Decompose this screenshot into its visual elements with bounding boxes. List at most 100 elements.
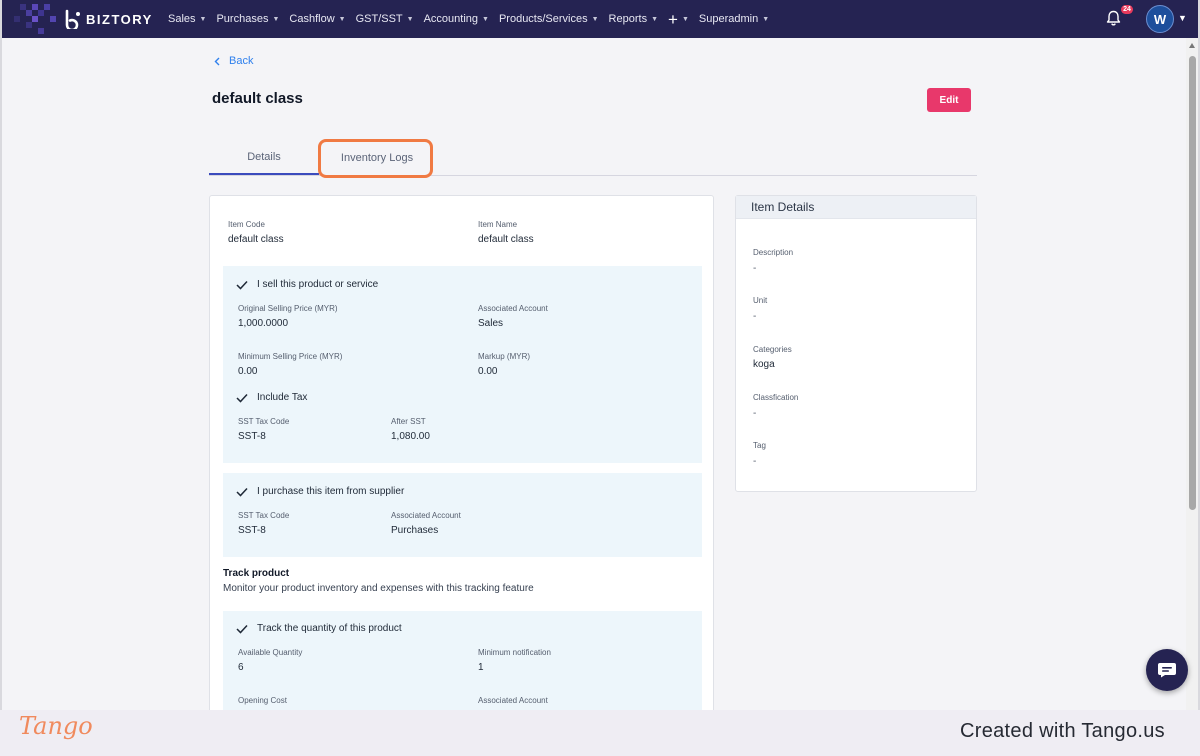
track-account-label: Associated Account <box>478 696 548 705</box>
nav-purchases-label: Purchases <box>216 13 269 25</box>
chat-bubble-icon <box>1158 663 1176 678</box>
purchase-tax-code-value: SST-8 <box>238 525 266 536</box>
unit-value: - <box>753 311 757 322</box>
track-product-description: Monitor your product inventory and expen… <box>223 583 534 594</box>
classification-value: - <box>753 408 757 419</box>
purchase-account-label: Associated Account <box>391 511 461 520</box>
plus-icon: + <box>668 9 678 29</box>
categories-value: koga <box>753 359 775 370</box>
available-quantity-label: Available Quantity <box>238 648 303 657</box>
purchase-checkbox[interactable]: I purchase this item from supplier <box>236 486 404 497</box>
nav-purchases[interactable]: Purchases ▼ <box>216 13 279 25</box>
back-label: Back <box>229 55 254 67</box>
scrollbar-thumb[interactable] <box>1189 56 1196 510</box>
include-tax-checkbox[interactable]: Include Tax <box>236 392 307 403</box>
sell-checkbox[interactable]: I sell this product or service <box>236 279 378 290</box>
min-price-value: 0.00 <box>238 366 258 377</box>
sell-checkbox-label: I sell this product or service <box>257 279 379 290</box>
tag-value: - <box>753 456 757 467</box>
item-details-card: Item Code default class Item Name defaul… <box>209 195 714 710</box>
main-menu: Sales ▼ Purchases ▼ Cashflow ▼ GST/SST ▼ Acc… <box>168 0 779 38</box>
nav-products-services[interactable]: Products/Services ▼ <box>499 13 599 25</box>
include-tax-label: Include Tax <box>257 392 308 403</box>
sell-account-value: Sales <box>478 318 504 329</box>
tango-logo: Tango <box>19 712 93 740</box>
nav-reports[interactable]: Reports ▼ <box>609 13 658 25</box>
item-name-value: default class <box>478 234 534 245</box>
categories-label: Categories <box>753 345 792 354</box>
top-navbar: BIZTORY Sales ▼ Purchases ▼ Cashflow ▼ GST/… <box>2 0 1198 38</box>
nav-quick-add[interactable]: + ▼ <box>668 11 689 28</box>
brand-logo[interactable]: BIZTORY <box>64 9 153 29</box>
chevron-down-icon: ▼ <box>199 15 207 23</box>
purchase-account-value: Purchases <box>391 525 439 536</box>
sell-account-label: Associated Account <box>478 304 548 313</box>
tag-label: Tag <box>753 441 766 450</box>
tab-details[interactable]: Details <box>209 140 319 175</box>
check-icon <box>236 393 248 403</box>
original-price-label: Original Selling Price (MYR) <box>238 304 338 313</box>
check-icon <box>236 280 248 290</box>
chevron-down-icon: ▼ <box>338 15 346 23</box>
chevron-down-icon[interactable]: ▼ <box>1178 13 1187 23</box>
item-details-panel: Item Details Description - Unit - Catego… <box>735 195 977 492</box>
tango-credit: Created with Tango.us <box>960 720 1165 742</box>
chevron-down-icon: ▼ <box>762 15 770 23</box>
nav-superadmin[interactable]: Superadmin ▼ <box>699 13 769 25</box>
nav-cashflow[interactable]: Cashflow ▼ <box>289 13 345 25</box>
tutorial-highlight-box <box>318 139 433 178</box>
description-label: Description <box>753 248 794 257</box>
nav-sales[interactable]: Sales ▼ <box>168 13 206 25</box>
chevron-down-icon: ▼ <box>651 15 659 23</box>
markup-value: 0.00 <box>478 366 498 377</box>
item-code-value: default class <box>228 234 284 245</box>
check-icon <box>236 624 248 634</box>
item-details-panel-title: Item Details <box>736 196 976 219</box>
track-quantity-label: Track the quantity of this product <box>257 623 402 634</box>
sell-tax-code-label: SST Tax Code <box>238 417 290 426</box>
scroll-up-arrow-icon[interactable] <box>1189 43 1195 48</box>
chevron-down-icon: ▼ <box>482 15 489 23</box>
nav-products-services-label: Products/Services <box>498 13 588 25</box>
min-price-label: Minimum Selling Price (MYR) <box>238 352 343 361</box>
min-notification-label: Minimum notification <box>478 648 551 657</box>
avatar[interactable]: W <box>1146 5 1174 33</box>
track-product-title: Track product <box>223 568 290 579</box>
brand-name: BIZTORY <box>86 11 153 27</box>
sell-tax-code-value: SST-8 <box>238 431 266 442</box>
nav-cashflow-label: Cashflow <box>289 13 335 25</box>
purchase-section: I purchase this item from supplier SST T… <box>223 473 702 557</box>
page-scrollbar[interactable] <box>1186 38 1198 710</box>
chevron-left-icon <box>214 57 220 65</box>
nav-superadmin-label: Superadmin <box>698 13 759 25</box>
purchase-checkbox-label: I purchase this item from supplier <box>257 486 405 497</box>
chat-support-button[interactable] <box>1146 649 1188 691</box>
edit-button[interactable]: Edit <box>927 88 971 112</box>
nav-gst-sst[interactable]: GST/SST ▼ <box>356 13 414 25</box>
description-value: - <box>753 263 757 274</box>
track-section: Track the quantity of this product Avail… <box>223 611 702 710</box>
back-link[interactable]: Back <box>214 55 253 67</box>
classification-label: Classfication <box>753 393 799 402</box>
track-quantity-checkbox[interactable]: Track the quantity of this product <box>236 623 402 634</box>
after-sst-label: After SST <box>391 417 426 426</box>
check-icon <box>236 487 248 497</box>
notification-badge: 24 <box>1121 5 1133 14</box>
brand-pixel-decoration <box>14 4 56 34</box>
chevron-down-icon: ▼ <box>681 15 689 23</box>
chevron-down-icon: ▼ <box>591 15 599 23</box>
chevron-down-icon: ▼ <box>406 15 414 23</box>
item-code-label: Item Code <box>228 220 265 229</box>
nav-reports-label: Reports <box>608 13 648 25</box>
unit-label: Unit <box>753 296 768 305</box>
page-title: default class <box>212 90 303 107</box>
nav-gst-sst-label: GST/SST <box>355 13 403 25</box>
chevron-down-icon: ▼ <box>272 15 280 23</box>
item-name-label: Item Name <box>478 220 518 229</box>
app-window: BIZTORY Sales ▼ Purchases ▼ Cashflow ▼ GST/… <box>2 0 1198 710</box>
opening-cost-label: Opening Cost <box>238 696 287 705</box>
bell-icon[interactable] <box>1106 10 1121 26</box>
sell-section: I sell this product or service Original … <box>223 266 702 463</box>
biztory-logo-icon <box>65 9 80 29</box>
nav-accounting[interactable]: Accounting ▼ <box>424 13 489 25</box>
